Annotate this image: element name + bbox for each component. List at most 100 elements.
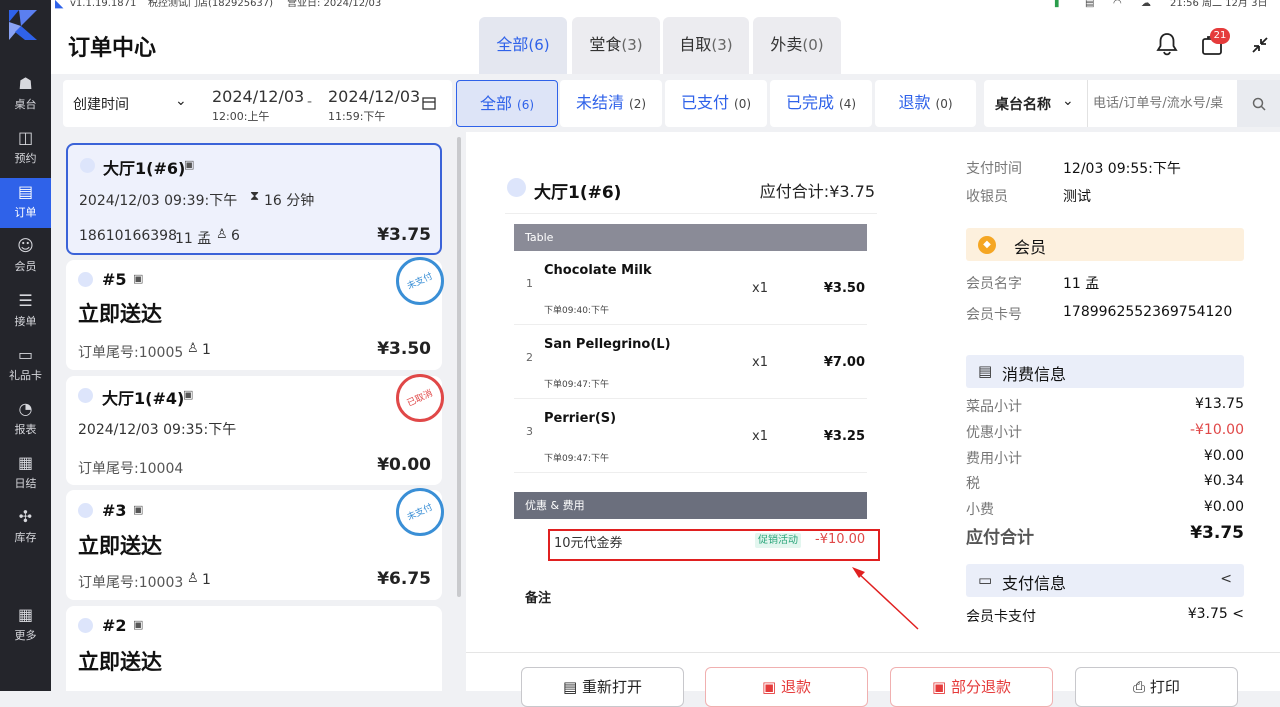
report-icon: ◔ <box>18 399 33 418</box>
rail-item-reservation[interactable]: ◫ 预约 <box>0 124 51 174</box>
tip-label: 小费 <box>966 502 994 518</box>
person-icon: ♙ <box>187 571 199 586</box>
tab-pickup[interactable]: 自取(3) <box>663 17 749 74</box>
rail-item-report[interactable]: ◔ 报表 <box>0 395 51 445</box>
store-name: 税控测试门店(182925637) <box>148 0 274 9</box>
partial-refund-button[interactable]: ▣ 部分退款 <box>890 667 1053 707</box>
tab-all[interactable]: 全部(6) <box>479 17 567 74</box>
order-card[interactable]: 大厅1(#4) ▣ 2024/12/03 09:35:下午 订单尾号:10004… <box>66 374 444 485</box>
weather-icon: ☁ <box>1141 0 1151 9</box>
person-icon: ♙ <box>187 341 199 356</box>
order-card[interactable]: #2 ▣ 立即送达 <box>66 606 442 691</box>
rail-item-label: 更多 <box>14 629 37 642</box>
order-card[interactable]: #3 ▣ 立即送达 订单尾号:10003 ♙ 1 ¥6.75 未支付 <box>66 488 444 600</box>
refund-button[interactable]: ▣ 退款 <box>705 667 868 707</box>
status-tab-completed[interactable]: 已完成 (4) <box>770 80 872 127</box>
tab-dine-in[interactable]: 堂食(3) <box>572 17 660 74</box>
notification-badge: 21 <box>1210 28 1230 44</box>
rail-item-label: 桌台 <box>14 98 37 111</box>
search-input[interactable] <box>1093 90 1233 117</box>
list-scrollbar[interactable] <box>457 137 461 597</box>
refund-icon: ▣ <box>762 678 777 696</box>
order-time: 2024/12/03 09:35:下午 <box>78 422 237 438</box>
rail-item-inventory[interactable]: ✣ 库存 <box>0 503 51 553</box>
member-diamond-icon: ◆ <box>978 236 996 254</box>
status-tab-paid[interactable]: 已支付 (0) <box>665 80 767 127</box>
end-date[interactable]: 2024/12/03 <box>328 87 420 106</box>
accept-order-icon: ☰ <box>18 291 33 310</box>
table-icon: ☗ <box>18 74 33 93</box>
reservation-icon: ◫ <box>17 128 34 147</box>
status-tab-unsettled[interactable]: 未结清 (2) <box>560 80 662 127</box>
status-tab-refund[interactable]: 退款 (0) <box>875 80 976 127</box>
order-price: ¥3.75 <box>377 225 431 245</box>
battery-icon: ▮ <box>1054 0 1060 9</box>
filter-bar: 创建时间 ⌄ 2024/12/03 12:00:上午 - 2024/12/03 … <box>51 74 1280 132</box>
calendar-icon[interactable] <box>422 96 436 110</box>
pay-time-label: 支付时间 <box>966 161 1022 177</box>
chevron-down-icon[interactable]: ⌄ <box>175 93 187 109</box>
order-title: 立即送达 <box>78 302 162 326</box>
divider <box>1087 80 1088 127</box>
payment-section-header[interactable]: ▭ 支付信息 < <box>966 564 1244 597</box>
rail-item-member[interactable]: ☺ 会员 <box>0 232 51 282</box>
wallet-icon: ▭ <box>978 571 993 589</box>
tab-delivery[interactable]: 外卖(0) <box>753 17 841 74</box>
total-value: ¥3.75 <box>1190 523 1244 543</box>
header: 订单中心 全部(6) 堂食(3) 自取(3) 外卖(0) 21 <box>51 12 1280 74</box>
rail-item-label: 日结 <box>14 477 37 490</box>
chevron-left-icon[interactable]: < <box>1220 571 1232 587</box>
order-tail-number: 订单尾号:10005 <box>78 345 184 361</box>
rail-item-label: 报表 <box>14 423 37 436</box>
member-name-label: 会员名字 <box>966 276 1022 292</box>
member-name: 11 孟 <box>175 231 212 247</box>
end-time[interactable]: 11:59:下午 <box>328 108 385 124</box>
rail-item-label: 礼品卡 <box>9 369 42 382</box>
rail-item-daily-settle[interactable]: ▦ 日结 <box>0 449 51 499</box>
rail-item-gift-card[interactable]: ▭ 礼品卡 <box>0 341 51 391</box>
partial-refund-icon: ▣ <box>932 678 947 696</box>
order-price: ¥6.75 <box>377 569 431 589</box>
tip-value: ¥0.00 <box>1203 499 1244 515</box>
gift-card-icon: ▭ <box>17 345 34 364</box>
dine-in-icon <box>80 158 95 173</box>
order-card[interactable]: #5 ▣ 立即送达 订单尾号:10005 ♙ 1 ¥3.50 未支付 <box>66 257 444 370</box>
start-time[interactable]: 12:00:上午 <box>212 108 269 124</box>
cancelled-stamp: 已取消 <box>396 374 444 422</box>
order-name: #5 <box>102 270 127 289</box>
search-type-select[interactable]: 桌台名称 <box>995 94 1051 114</box>
order-card[interactable]: 大厅1(#6) ▣ 2024/12/03 09:39:下午 ⧗ 16 分钟 18… <box>66 143 442 255</box>
order-list: 大厅1(#6) ▣ 2024/12/03 09:39:下午 ⧗ 16 分钟 18… <box>51 132 461 691</box>
bell-icon[interactable] <box>1156 32 1178 56</box>
rail-item-label: 库存 <box>14 531 37 544</box>
bag-icon: ▣ <box>133 618 144 631</box>
rail-item-order[interactable]: ▤ 订单 <box>0 178 51 228</box>
rail-item-table[interactable]: ☗ 桌台 <box>0 70 51 120</box>
fee-value: ¥0.00 <box>1203 448 1244 464</box>
rail-item-more[interactable]: ▦ 更多 <box>0 601 51 651</box>
dine-in-icon <box>78 388 93 403</box>
rail-item-label: 接单 <box>14 315 37 328</box>
chevron-down-icon[interactable]: ⌄ <box>1062 93 1074 109</box>
date-separator: - <box>307 94 313 110</box>
reopen-button[interactable]: ▤ 重新打开 <box>521 667 684 707</box>
time-type-select[interactable]: 创建时间 <box>73 94 129 114</box>
start-date[interactable]: 2024/12/03 <box>212 87 304 106</box>
reopen-icon: ▤ <box>563 678 578 696</box>
pay-amount[interactable]: ¥3.75 < <box>1188 606 1244 622</box>
annotation-arrow <box>852 567 919 630</box>
rail-item-accept-order[interactable]: ☰ 接单 <box>0 287 51 337</box>
left-nav-rail: ☗ 桌台 ◫ 预约 ▤ 订单 ☺ 会员 ☰ 接单 ▭ 礼品卡 ◔ 报表 ▦ 日结 ✣ 库存 ▦ 更多 <box>0 0 51 691</box>
status-tab-all[interactable]: 全部 (6) <box>456 80 558 127</box>
unpaid-stamp: 未支付 <box>396 488 444 536</box>
order-name: #2 <box>102 616 127 635</box>
member-section-header: ◆ 会员 <box>966 228 1244 261</box>
search-button[interactable] <box>1237 80 1280 127</box>
collapse-icon[interactable] <box>1251 36 1269 54</box>
search-box: 桌台名称 ⌄ <box>984 80 1280 127</box>
print-button[interactable]: ⎙ 打印 <box>1075 667 1238 707</box>
subtotal-value: ¥13.75 <box>1195 396 1244 412</box>
customer-phone: 18610166398 <box>79 228 177 244</box>
pickup-icon <box>78 503 93 518</box>
unpaid-stamp: 未支付 <box>396 257 444 305</box>
